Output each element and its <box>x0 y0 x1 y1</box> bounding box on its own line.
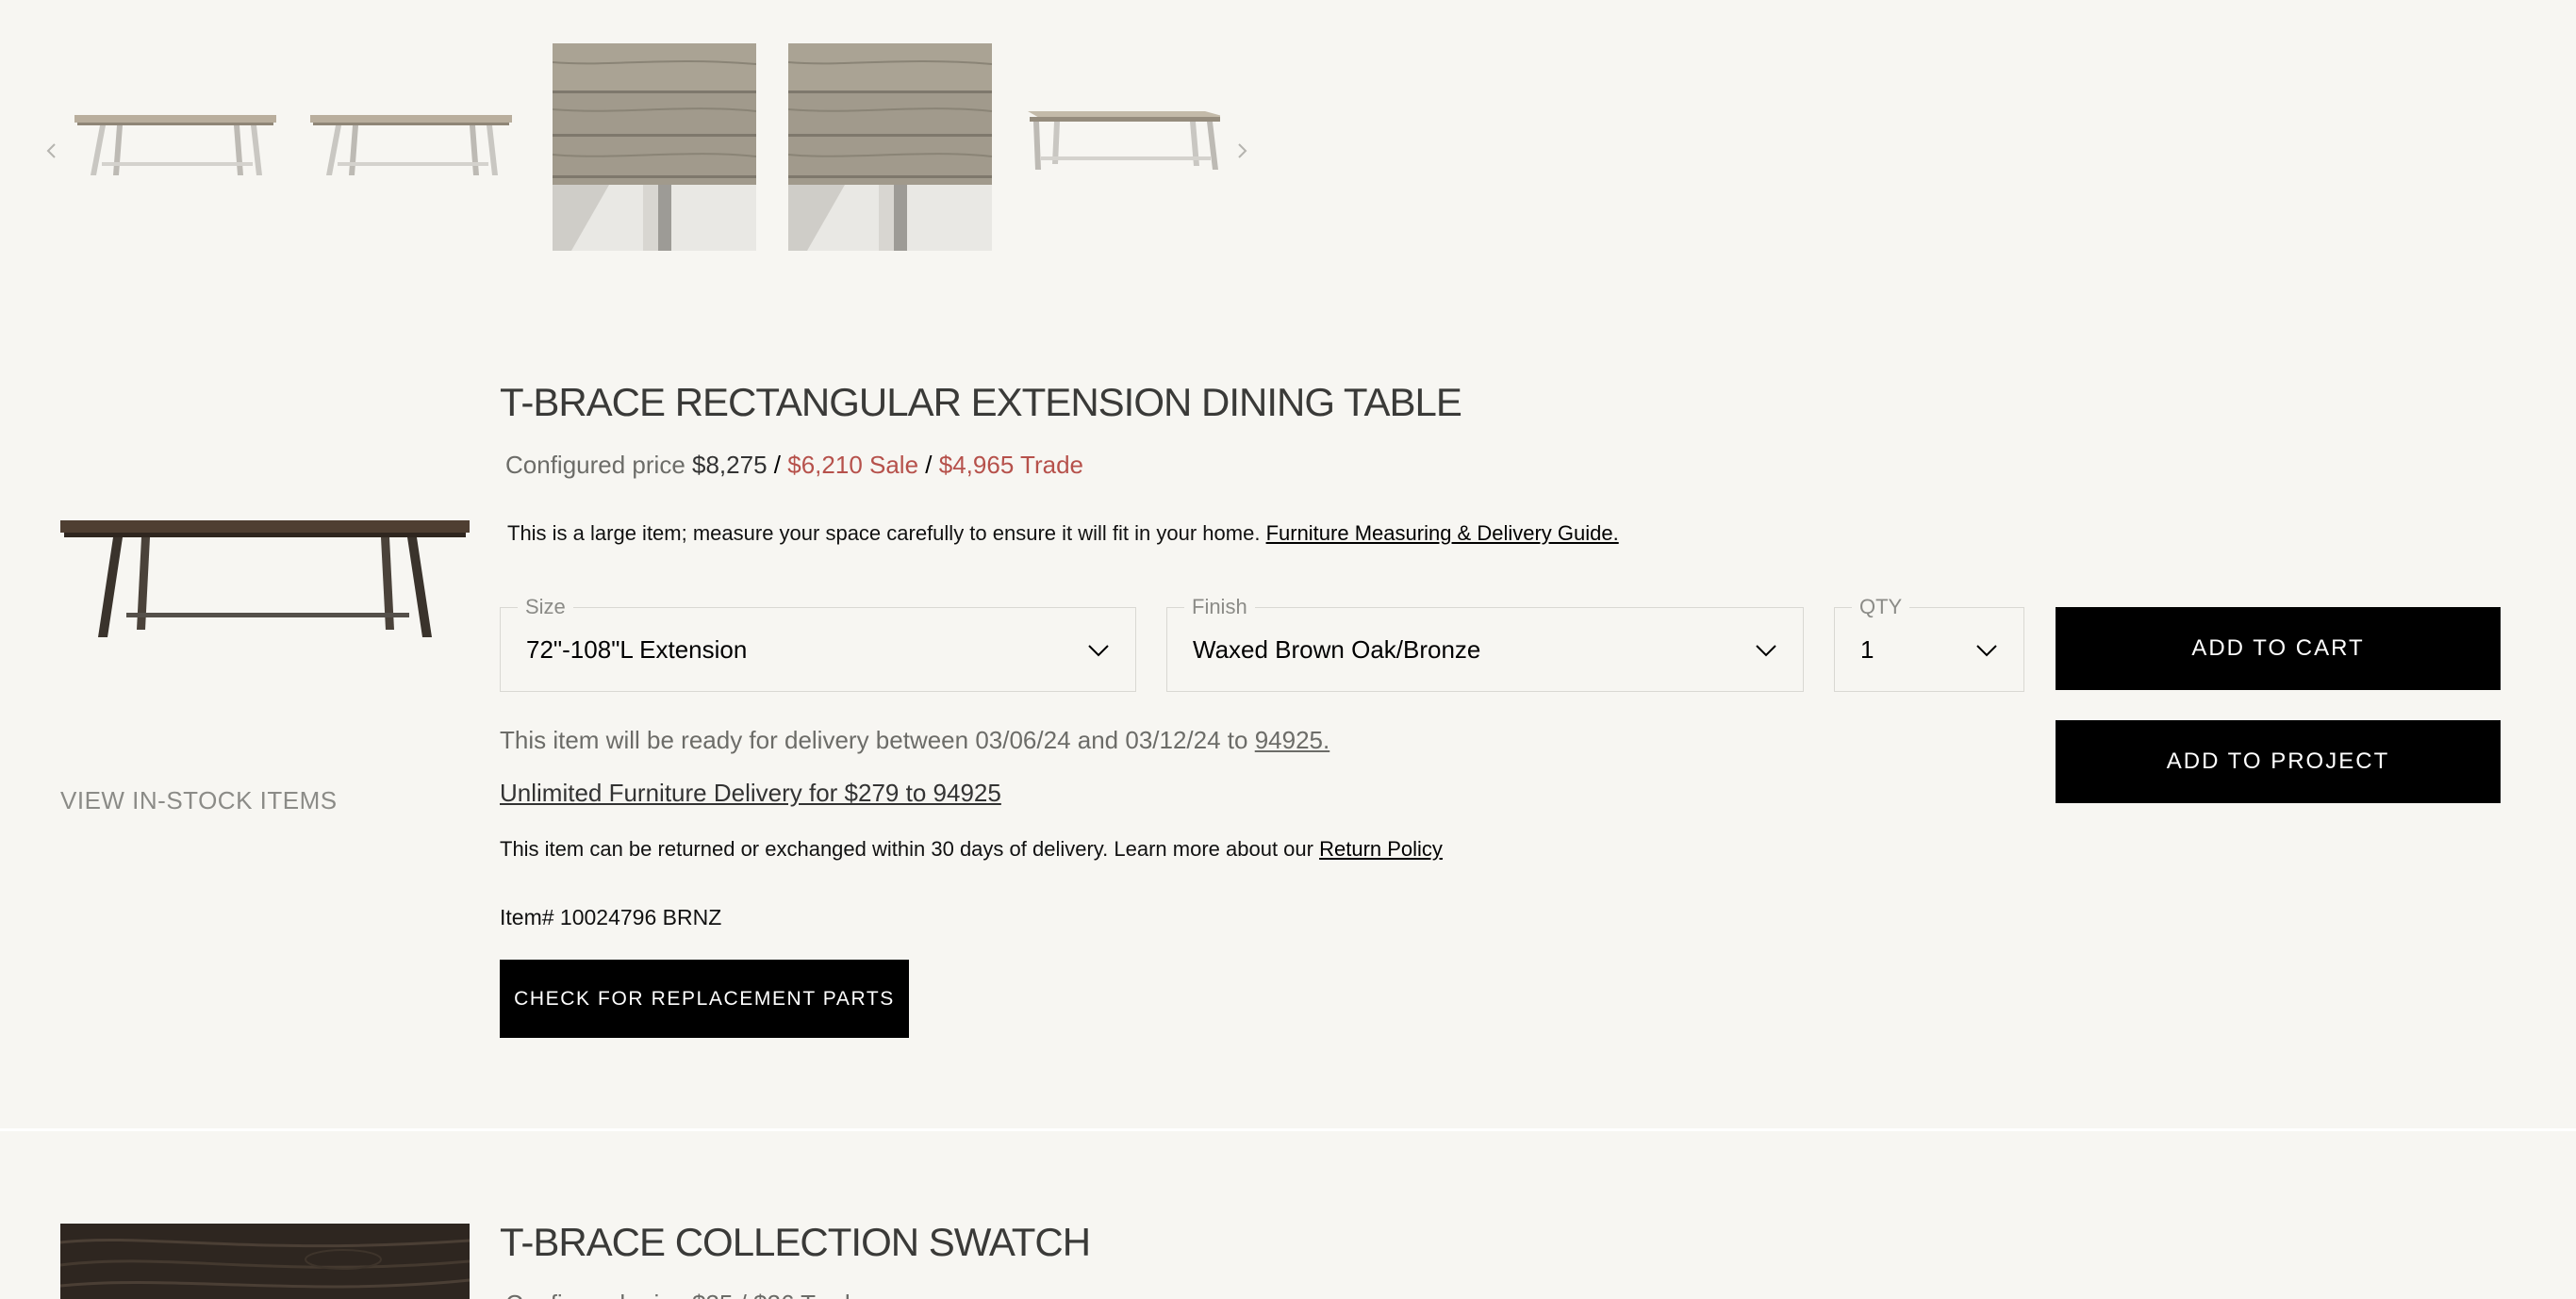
carousel-prev-arrow-icon[interactable] <box>38 137 66 165</box>
delivery-text: This item will be ready for delivery bet… <box>500 726 1248 754</box>
qty-label: QTY <box>1852 595 1910 619</box>
returns-info: This item can be returned or exchanged w… <box>500 837 1443 862</box>
add-to-project-button[interactable]: ADD TO PROJECT <box>2056 720 2501 803</box>
product-page: VIEW IN-STOCK ITEMS T-BRACE RECTANGULAR … <box>0 0 2576 1299</box>
product-image <box>60 500 470 650</box>
large-item-notice: This is a large item; measure your space… <box>507 521 1619 546</box>
qty-value: 1 <box>1860 635 1874 664</box>
thumbnail-carousel <box>0 0 1282 273</box>
finish-value: Waxed Brown Oak/Bronze <box>1193 635 1481 664</box>
section-divider <box>0 1128 2576 1131</box>
notice-text: This is a large item; measure your space… <box>507 521 1261 545</box>
chevron-down-icon <box>1086 638 1111 663</box>
price-separator: / <box>925 451 933 479</box>
item-number: Item# 10024796 BRNZ <box>500 905 722 929</box>
returns-text: This item can be returned or exchanged w… <box>500 837 1313 861</box>
trade-price: $4,965 Trade <box>938 451 1083 479</box>
carousel-next-arrow-icon[interactable] <box>1228 137 1256 165</box>
thumbnail-table-angled[interactable] <box>1016 43 1220 251</box>
swatch-price: Configured price $35 / $26 Trade <box>505 1290 864 1299</box>
thumbnail-wood-closeup-2[interactable] <box>788 43 992 251</box>
qty-select[interactable]: QTY 1 <box>1834 595 2024 692</box>
thumbnail-table-side-2[interactable] <box>309 43 513 251</box>
swatch-image <box>60 1224 470 1299</box>
configured-price-label: Configured price <box>505 451 685 479</box>
chevron-down-icon <box>1754 638 1778 663</box>
finish-select[interactable]: Finish Waxed Brown Oak/Bronze <box>1166 595 1804 692</box>
swatch-title: T-BRACE COLLECTION SWATCH <box>500 1220 1091 1264</box>
size-label: Size <box>518 595 573 619</box>
regular-price: $8,275 <box>692 451 768 479</box>
thumbnail-table-side-1[interactable] <box>74 43 277 251</box>
price-separator: / <box>773 451 782 479</box>
chevron-down-icon <box>1974 638 1999 663</box>
product-title: T-BRACE RECTANGULAR EXTENSION DINING TAB… <box>500 380 1462 424</box>
size-select[interactable]: Size 72"-108"L Extension <box>500 595 1136 692</box>
finish-label: Finish <box>1184 595 1255 619</box>
size-value: 72"-108"L Extension <box>526 635 748 664</box>
view-in-stock-link[interactable]: VIEW IN-STOCK ITEMS <box>60 786 338 815</box>
add-to-cart-button[interactable]: ADD TO CART <box>2056 607 2501 690</box>
measuring-guide-link[interactable]: Furniture Measuring & Delivery Guide. <box>1266 521 1619 545</box>
thumbnail-wood-closeup-1[interactable] <box>553 43 756 251</box>
delivery-estimate: This item will be ready for delivery bet… <box>500 726 1329 755</box>
sale-price: $6,210 Sale <box>787 451 919 479</box>
price-line: Configured price $8,275 / $6,210 Sale / … <box>505 451 1083 480</box>
check-replacement-parts-button[interactable]: CHECK FOR REPLACEMENT PARTS <box>500 960 909 1038</box>
unlimited-delivery-link[interactable]: Unlimited Furniture Delivery for $279 to… <box>500 779 1001 808</box>
delivery-zip-link[interactable]: 94925. <box>1255 726 1330 754</box>
return-policy-link[interactable]: Return Policy <box>1319 837 1443 861</box>
